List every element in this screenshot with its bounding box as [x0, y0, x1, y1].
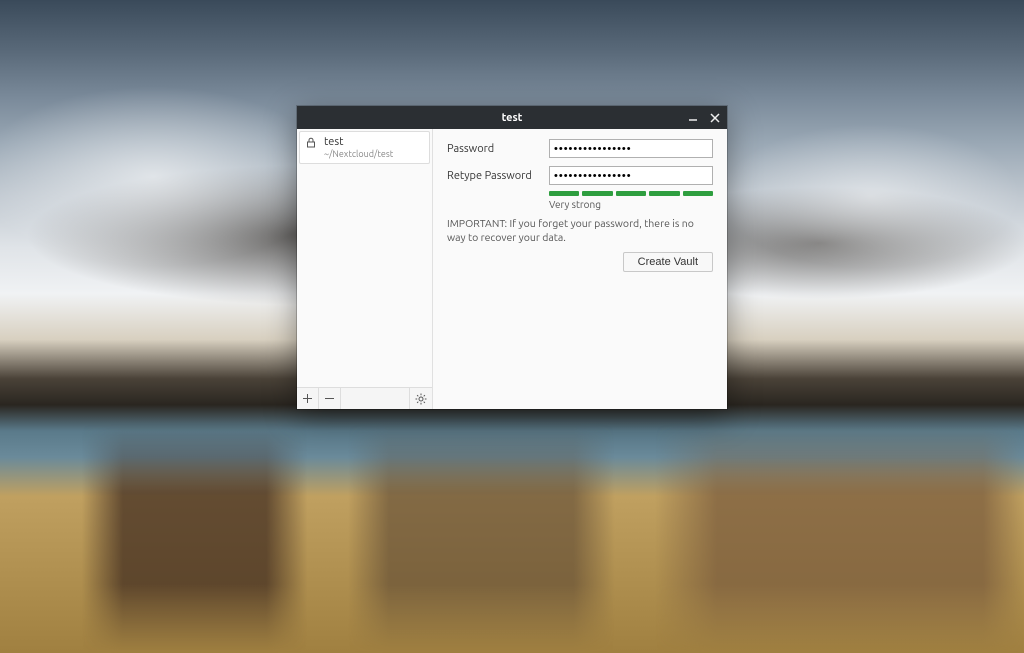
create-vault-button[interactable]: Create Vault: [623, 252, 713, 272]
strength-label: Very strong: [549, 199, 713, 210]
password-strength-meter: Very strong: [549, 191, 713, 210]
close-button[interactable]: [707, 110, 723, 126]
vault-name: test: [324, 136, 393, 149]
main-panel: Password Retype Password Very strong IMP…: [433, 129, 727, 409]
retype-password-label: Retype Password: [447, 170, 549, 182]
strength-bar: [582, 191, 612, 196]
strength-bar: [616, 191, 646, 196]
window-controls: [685, 106, 723, 129]
plus-icon: [302, 393, 313, 404]
vault-path: ~/Nextcloud/test: [324, 149, 393, 159]
window-title: test: [297, 112, 727, 124]
minus-icon: [324, 393, 335, 404]
strength-bar: [649, 191, 679, 196]
window-content: test ~/Nextcloud/test: [297, 129, 727, 409]
gear-icon: [415, 393, 427, 405]
password-label: Password: [447, 143, 549, 155]
lock-icon: [306, 136, 318, 148]
minimize-button[interactable]: [685, 110, 701, 126]
vault-sidebar: test ~/Nextcloud/test: [297, 129, 433, 409]
add-vault-button[interactable]: [297, 388, 319, 409]
sidebar-toolbar: [297, 387, 432, 409]
app-window: test test ~/Nextcloud/test: [297, 106, 727, 409]
strength-bar: [549, 191, 579, 196]
vault-list: test ~/Nextcloud/test: [297, 129, 432, 387]
vault-item-test[interactable]: test ~/Nextcloud/test: [299, 131, 430, 164]
retype-password-input[interactable]: [549, 166, 713, 185]
strength-bars: [549, 191, 713, 196]
remove-vault-button[interactable]: [319, 388, 341, 409]
settings-button[interactable]: [410, 388, 432, 409]
window-titlebar[interactable]: test: [297, 106, 727, 129]
password-warning: IMPORTANT: If you forget your password, …: [447, 216, 713, 244]
strength-bar: [683, 191, 713, 196]
toolbar-spacer: [341, 388, 410, 409]
password-input[interactable]: [549, 139, 713, 158]
